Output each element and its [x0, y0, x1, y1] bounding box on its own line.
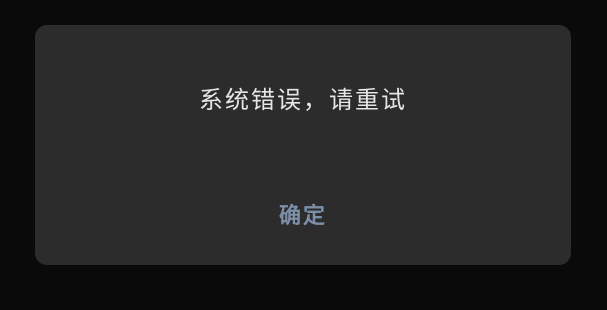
- confirm-button[interactable]: 确定: [261, 197, 345, 235]
- error-dialog: 系统错误，请重试 确定: [35, 25, 571, 265]
- error-message: 系统错误，请重试: [199, 86, 407, 114]
- modal-backdrop: 系统错误，请重试 确定: [0, 0, 607, 310]
